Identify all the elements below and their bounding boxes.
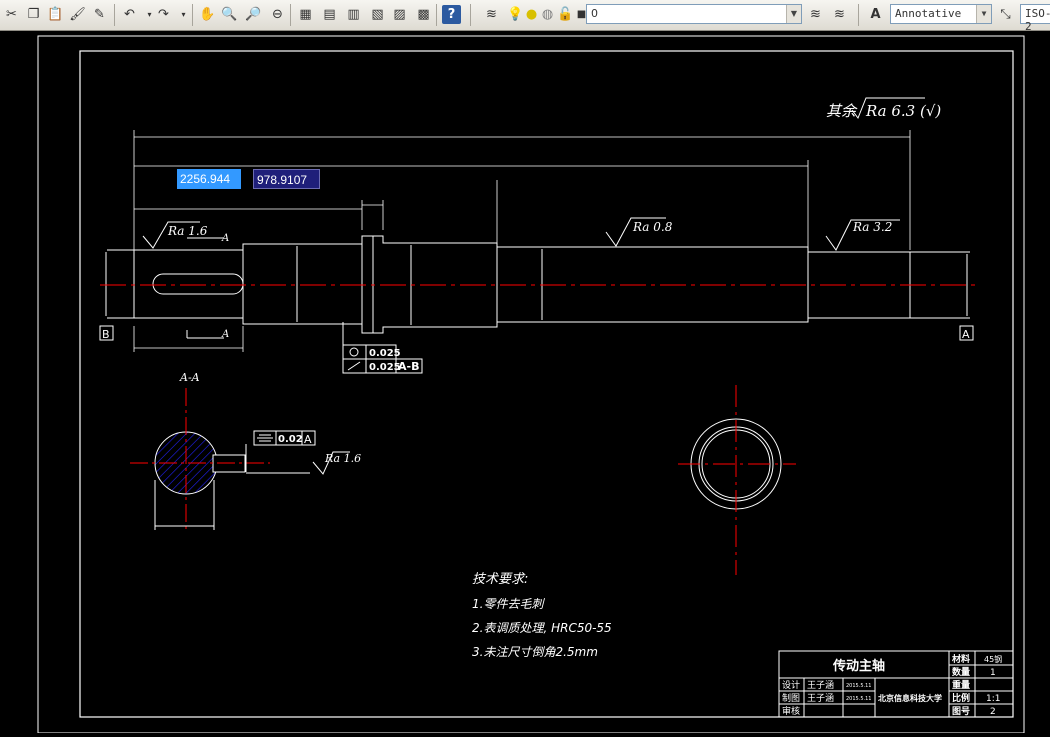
section-arrow-bottom-label: A [221,329,229,340]
annotation-scale-value: Annotative [895,7,962,20]
dim-style-dropdown[interactable]: ISO-2 [1020,4,1050,33]
material-label: 材料 [951,653,970,665]
design-label: 设计 [782,679,800,691]
design-name: 王子涵 [807,680,834,691]
ra-0-8: Ra 0.8 [632,220,673,234]
cut-icon[interactable]: ✂ [2,5,21,24]
section-arrows [186,237,224,339]
match-properties-icon[interactable]: 🖌 [68,5,87,24]
annotation-scale-dropdown[interactable]: Annotative ▼ [890,4,992,24]
tol-runout-ref: A-B [398,360,419,373]
scale-label: 比例 [952,692,970,704]
markup-icon[interactable]: ▨ [390,5,409,24]
zoom-realtime-icon[interactable]: 🔍 [220,5,239,24]
design-date: 2015.5.11 [846,683,871,689]
drawing-svg: 其余 Ra 6.3 (√) Ra 1.6 Ra 0.8 Ra 3.2 Ra 1.… [37,35,1025,734]
help-icon[interactable]: ? [442,5,461,24]
datum-a-label: A [962,328,970,341]
zoom-previous-icon[interactable]: ⊖ [268,5,287,24]
drawing-no-label: 图号 [952,706,970,717]
ra-3-2: Ra 3.2 [852,220,892,234]
make-object-layer-current-icon[interactable]: ≋ [806,5,825,24]
surface-note-value: Ra 6.3 (√) [865,102,941,120]
pan-icon[interactable]: ✋ [198,5,217,24]
tech-item-1: 1.零件去毛刺 [472,597,545,611]
tool-palettes-icon[interactable]: ▥ [344,5,363,24]
redo-dropdown-icon[interactable]: ▾ [174,5,193,24]
school-name: 北京信息科技大学 [878,693,942,703]
part-name: 传动主轴 [832,658,885,674]
layer-previous-icon[interactable]: ≋ [830,5,849,24]
zoom-window-icon[interactable]: 🔎 [244,5,263,24]
tech-item-2: 2.表调质处理, HRC50-55 [472,621,612,635]
tol-symmetry-ref: A [304,433,312,446]
qty-value: 1 [990,668,996,678]
tech-title: 技术要求: [472,572,528,587]
overall-dimensions [133,130,911,352]
coord-y-input[interactable]: 978.9107 [253,169,320,189]
section-label: A-A [179,371,200,384]
datum-b-label: B [102,328,110,341]
dim-style-value: ISO-2 [1025,7,1050,33]
coord-x-input[interactable]: 2256.944 [177,169,241,189]
qty-label: 数量 [952,666,970,678]
draw-date: 2015.5.11 [846,696,871,702]
tol-runout-value: 0.025 [369,362,401,373]
ra-1-6: Ra 1.6 [167,224,208,238]
layer-value: 0 [591,7,598,20]
layer-dropdown[interactable]: 0 ▼ [586,4,802,24]
draw-name: 王子涵 [807,693,834,704]
block-editor-icon[interactable]: ✎ [90,5,109,24]
annotation-scale-icon[interactable]: A [866,5,885,24]
drawing-no-value: 2 [990,707,996,717]
redo-icon[interactable]: ↷ [154,5,173,24]
chevron-down-icon: ▼ [976,5,991,23]
sheet-set-icon[interactable]: ▧ [368,5,387,24]
calculator-icon[interactable]: ▩ [414,5,433,24]
material-value: 45钢 [984,654,1002,664]
roughness-marks [142,217,900,475]
sheet-inner-border [79,50,1014,718]
tol-circularity-value: 0.025 [369,348,401,359]
properties-icon[interactable]: ▦ [296,5,315,24]
undo-icon[interactable]: ↶ [120,5,139,24]
check-label: 审核 [782,705,800,717]
tol-symmetry-value: 0.02 [278,434,303,445]
weight-label: 重量 [952,679,970,691]
paste-icon[interactable]: 📋 [46,5,65,24]
ra-1-6-section: Ra 1.6 [324,452,361,465]
design-center-icon[interactable]: ▤ [320,5,339,24]
chevron-down-icon: ▼ [786,5,801,23]
scale-value: 1:1 [986,694,1000,704]
section-arrow-top-label: A [221,233,229,244]
layer-viewport-icon[interactable]: ◍ [538,5,557,24]
standard-toolbar: ✂ ❐ 📋 🖌 ✎ ↶ ▾ ↷ ▾ ✋ 🔍 🔎 ⊖ ▦ ▤ ▥ ▧ ▨ ▩ ? … [0,0,1050,33]
layer-properties-icon[interactable]: ≋ [482,5,501,24]
dim-style-icon[interactable]: ⤡ [996,5,1015,24]
tech-item-3: 3.未注尺寸倒角2.5mm [472,645,598,659]
copy-icon[interactable]: ❐ [24,5,43,24]
draw-label: 制图 [782,692,800,704]
drawing-canvas[interactable]: 其余 Ra 6.3 (√) Ra 1.6 Ra 0.8 Ra 3.2 Ra 1.… [0,31,1050,734]
